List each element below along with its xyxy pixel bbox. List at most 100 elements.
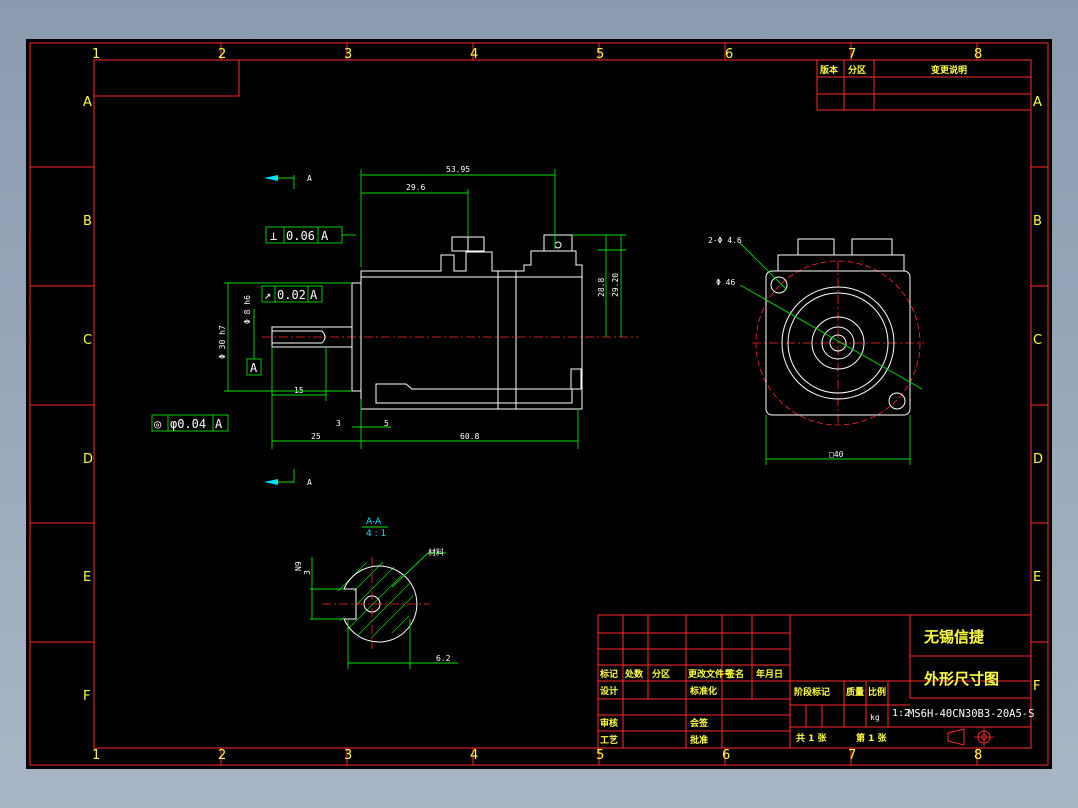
row-label-b-right: B — [1033, 214, 1042, 229]
connector-strip — [777, 254, 905, 272]
datum-a-marker: A — [246, 358, 262, 376]
tb-header-sign: 签名 — [725, 668, 744, 680]
tb-header-date: 年月日 — [756, 668, 783, 680]
tb-label-process: 工艺 — [600, 734, 618, 746]
coax-value: φ0.04 — [170, 417, 206, 431]
tb-header-count: 处数 — [624, 668, 644, 680]
side-view: 2-Φ 4.6 Φ 46 □40 — [708, 236, 924, 465]
row-label-f-right: F — [1033, 679, 1040, 694]
mount-hole-br — [888, 392, 906, 410]
section-hatch — [338, 561, 414, 638]
front-dimensions: 53.95 29.6 28.8 29.20 15 25 60.8 3 5 Φ 3… — [218, 165, 626, 449]
outer-border — [29, 42, 1049, 766]
rev-header-zone: 分区 — [848, 64, 866, 76]
section-marker-top: A — [264, 174, 312, 189]
section-scale: 4 : 1 — [366, 529, 386, 539]
grid-ticks — [30, 43, 1048, 765]
connector-a — [797, 238, 835, 256]
runout-symbol: ↗ — [264, 288, 271, 302]
revision-table: 版本 分区 变更说明 — [816, 59, 1032, 111]
dim-square: □40 — [829, 450, 844, 459]
section-title: A-A — [366, 517, 382, 527]
dim-height-a: 28.8 — [597, 278, 606, 297]
perp-datum: A — [321, 229, 329, 243]
row-label-e: E — [83, 570, 91, 585]
tb-company: 无锡信捷 — [923, 628, 985, 646]
col-label-6-bottom: 6 — [722, 748, 730, 763]
col-label-5-bottom: 5 — [596, 748, 604, 763]
tb-stage-mark: 阶段标记 — [794, 686, 830, 698]
col-label-2: 2 — [218, 47, 226, 62]
dim-height-b: 29.20 — [611, 273, 620, 297]
col-label-1: 1 — [92, 47, 100, 62]
perp-symbol: ⊥ — [270, 229, 277, 243]
tb-model-number: MS6H-40CN30B3-20A5-S — [908, 708, 1034, 720]
row-label-e-right: E — [1033, 570, 1041, 585]
runout-value: 0.02 — [277, 288, 306, 302]
row-label-d-right: D — [1033, 452, 1043, 467]
row-label-c: C — [83, 333, 92, 348]
datum-label: A — [250, 361, 258, 375]
dim-flange-thickness: 5 — [384, 419, 389, 428]
coaxiality-frame: ◎ φ0.04 A — [151, 414, 229, 432]
title-block: 标记 处数 分区 更改文件号 签名 年月日 设计 审核 工艺 标准化 会签 批准… — [597, 614, 1034, 749]
coax-datum: A — [215, 417, 223, 431]
rev-header-change: 变更说明 — [931, 64, 967, 76]
col-label-2-bottom: 2 — [218, 748, 226, 763]
col-label-4-bottom: 4 — [470, 748, 478, 763]
dim-flange-gap: 3 — [336, 419, 341, 428]
tb-weight-unit: kg — [870, 713, 880, 722]
section-marker-bottom: A — [264, 469, 312, 487]
front-view: A A 53.95 29.6 28.8 29.20 15 25 60.8 3 5… — [151, 165, 638, 487]
dim-upper-span: 29.6 — [406, 183, 425, 192]
col-label-6: 6 — [725, 47, 733, 62]
drawing-frame — [29, 42, 1049, 766]
dim-body-length: 60.8 — [460, 432, 479, 441]
connector-b — [851, 238, 893, 256]
col-label-8-bottom: 8 — [974, 748, 982, 763]
section-marker-top-label: A — [307, 174, 312, 183]
col-label-7-bottom: 7 — [848, 748, 856, 763]
motor-body — [360, 234, 583, 410]
tb-label-design: 设计 — [600, 685, 618, 697]
label-pcd: Φ 46 — [716, 278, 735, 287]
section-marker-bottom-label: A — [307, 478, 312, 487]
technical-drawing: 1 2 3 4 5 6 7 8 1 2 3 4 5 6 7 8 A B C D … — [29, 42, 1049, 766]
tb-label-standard: 标准化 — [689, 685, 717, 697]
rev-header-version: 版本 — [819, 64, 839, 76]
row-label-a: A — [83, 95, 92, 110]
row-label-b: B — [83, 214, 92, 229]
coax-symbol: ◎ — [154, 417, 161, 431]
cad-viewport[interactable]: 1 2 3 4 5 6 7 8 1 2 3 4 5 6 7 8 A B C D … — [26, 39, 1052, 769]
tb-sheet-no: 第 1 张 — [856, 732, 888, 744]
tb-drawing-title: 外形尺寸图 — [923, 670, 999, 688]
col-label-3: 3 — [344, 47, 352, 62]
row-label-a-right: A — [1033, 95, 1042, 110]
dim-overall-top: 53.95 — [446, 165, 470, 174]
mount-hole-tl — [770, 276, 788, 294]
inner-border — [93, 59, 1032, 749]
tb-label-review: 审核 — [600, 717, 618, 729]
corner-box — [93, 59, 240, 97]
dim-spigot-diameter: Φ 30 h7 — [218, 325, 227, 359]
row-label-f: F — [83, 689, 90, 704]
dim-shaft-diameter: Φ 8 h6 — [243, 295, 252, 324]
col-label-1-bottom: 1 — [92, 748, 100, 763]
section-depth-value: 6.2 — [436, 654, 451, 663]
section-width-value: 3 — [303, 570, 312, 575]
grid-labels: 1 2 3 4 5 6 7 8 1 2 3 4 5 6 7 8 A B C D … — [83, 47, 1043, 763]
row-label-c-right: C — [1033, 333, 1042, 348]
perp-value: 0.06 — [286, 229, 315, 243]
perpendicularity-frame: ⊥ 0.06 A — [265, 226, 356, 244]
tb-label-countersign: 会签 — [690, 717, 709, 729]
runout-frame: ↗ 0.02 A — [261, 285, 323, 303]
section-material-label: 材料 — [428, 547, 444, 557]
tb-label-approve: 批准 — [690, 734, 708, 746]
section-view: A-A 4 : 1 N9 3 6.2 材料 — [294, 517, 458, 669]
tb-stage-mass: 质量 — [846, 686, 864, 698]
tb-header-mark: 标记 — [599, 668, 618, 680]
col-label-5: 5 — [596, 47, 604, 62]
tb-sheet-total: 共 1 张 — [796, 732, 828, 744]
tb-stage-scale: 比例 — [868, 686, 886, 698]
projection-symbol-icon — [947, 727, 994, 747]
